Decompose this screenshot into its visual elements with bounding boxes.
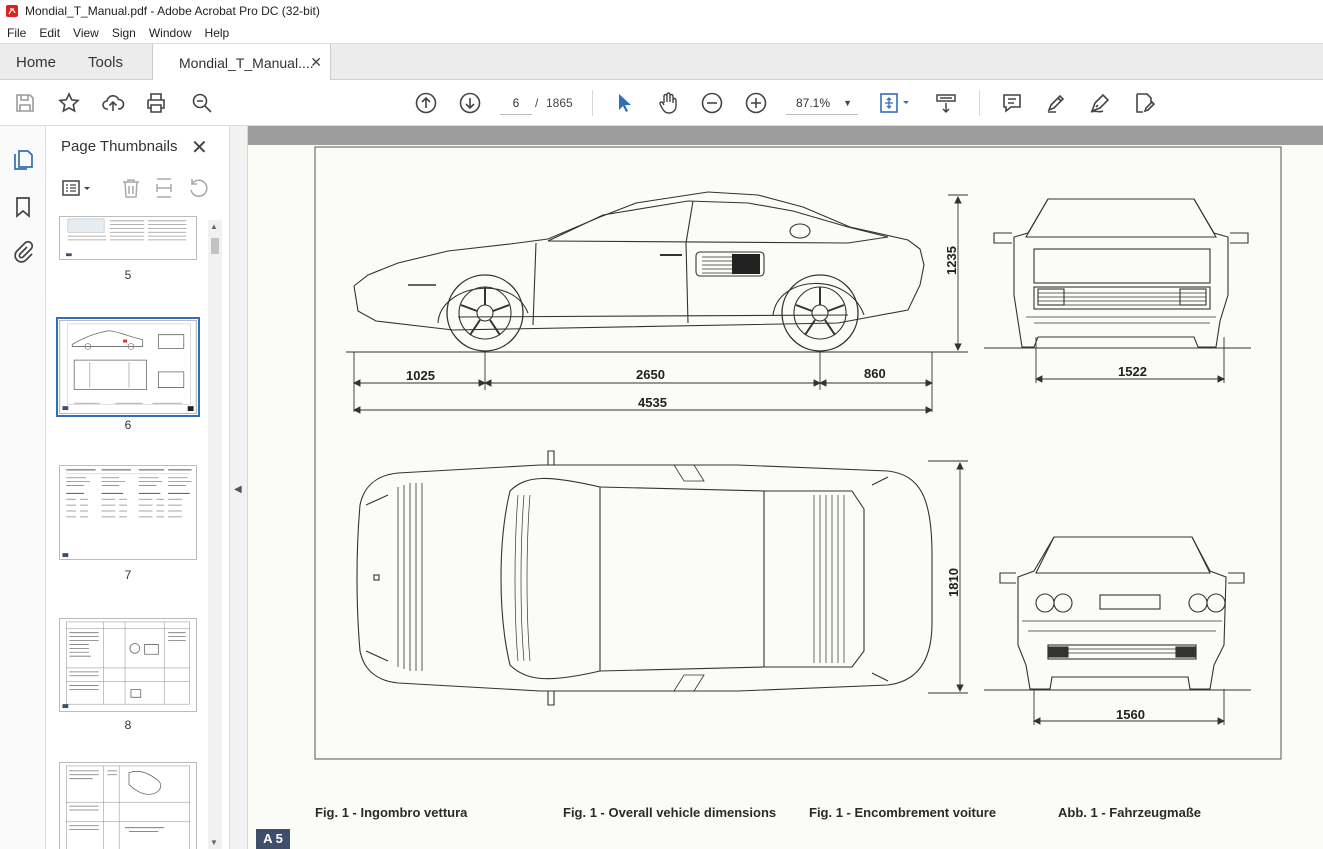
scroll-up-arrow-icon[interactable]: ▲ [210,222,218,231]
sign-pen-icon[interactable] [1088,91,1112,115]
zoom-level-select[interactable]: 87.1% ▼ [786,91,858,115]
page-thumbnail[interactable] [59,465,197,560]
star-bookmark-icon[interactable] [57,91,81,115]
comment-icon[interactable] [1000,91,1024,115]
close-tab-icon[interactable]: ✕ [310,54,322,71]
cloud-upload-icon[interactable] [101,91,125,115]
close-panel-icon[interactable]: ✕ [191,135,208,160]
scroll-mode-icon[interactable] [934,91,958,115]
next-page-icon[interactable] [458,91,482,115]
save-icon[interactable] [13,91,37,115]
thumbnail-page-number: 5 [124,268,132,282]
tab-document[interactable]: Mondial_T_Manual.... ✕ [152,44,331,81]
dim-front-overhang: 1025 [406,368,435,383]
page-separator: / [535,96,539,110]
previous-page-icon[interactable] [414,91,438,115]
dim-width: 1810 [946,568,961,597]
tab-bar: Home Tools Mondial_T_Manual.... ✕ [0,43,1323,81]
menu-view[interactable]: View [66,26,105,40]
delete-page-icon[interactable] [119,176,143,200]
search-zoom-icon[interactable] [190,91,214,115]
menu-bar: File Edit View Sign Window Help [0,22,1323,43]
page-total-count: 1865 [546,96,573,110]
rear-view-car [984,536,1251,691]
document-viewport[interactable]: 1025 2650 860 4535 1235 1522 1810 1560 F… [248,126,1323,849]
menu-help[interactable]: Help [198,26,236,40]
vehicle-dimensions-drawing: 1025 2650 860 4535 1235 1522 1810 1560 [314,146,1282,760]
scroll-down-arrow-icon[interactable]: ▼ [210,838,218,847]
bookmark-icon[interactable] [11,195,35,219]
thumbnail-panel: Page Thumbnails ✕ 5 6 7 8 [46,126,230,849]
dim-rear-overhang: 860 [864,366,886,381]
tab-home[interactable]: Home [16,44,56,80]
chevron-down-icon: ▼ [843,98,852,108]
tab-tools[interactable]: Tools [88,44,123,80]
title-bar: Mondial_T_Manual.pdf - Adobe Acrobat Pro… [0,0,1323,22]
print-icon[interactable] [144,91,168,115]
rotate-page-icon[interactable] [186,176,210,200]
menu-edit[interactable]: Edit [32,26,66,40]
thumbnail-page-number: 7 [124,568,132,582]
left-rail [0,126,46,849]
page-number-input[interactable] [500,91,532,115]
thumbnail-toolbar [56,176,216,202]
panel-title: Page Thumbnails [61,138,178,155]
dim-rear-track: 1560 [1116,707,1145,722]
page-thumbnail[interactable] [59,216,197,260]
edit-pdf-icon[interactable] [1132,91,1156,115]
thumbnail-options-icon[interactable] [60,176,96,200]
thumbnail-list: 5 6 7 8 [46,216,206,849]
toolbar-divider [592,90,593,116]
page-thumbnails-icon[interactable] [11,148,35,172]
pdf-page: 1025 2650 860 4535 1235 1522 1810 1560 F… [248,145,1323,849]
front-view-car [984,198,1251,349]
dim-front-track: 1522 [1118,364,1147,379]
page-thumbnail-selected[interactable] [56,317,200,417]
toolbar-divider [979,90,980,116]
zoom-value: 87.1% [796,95,831,110]
thumbnail-scrollbar[interactable]: ▲ ▼ [208,220,222,849]
caption-italian: Fig. 1 - Ingombro vettura [315,805,468,820]
caption-english: Fig. 1 - Overall vehicle dimensions [563,805,777,820]
thumbnail-page-number: 6 [124,418,132,432]
dim-height: 1235 [944,246,959,275]
zoom-out-icon[interactable] [700,91,724,115]
caption-french: Fig. 1 - Encombrement voiture [809,805,997,820]
side-view-car [346,191,958,353]
toolbar [0,80,1323,126]
menu-file[interactable]: File [0,26,32,40]
thumbnail-page-number: 8 [124,718,132,732]
page-thumbnail[interactable] [59,618,197,712]
page-section-label: A 5 [256,829,290,849]
chevron-left-icon[interactable]: ◀ [234,484,242,495]
hand-pan-icon[interactable] [656,91,680,115]
zoom-in-icon[interactable] [744,91,768,115]
menu-window[interactable]: Window [142,26,198,40]
tab-document-label: Mondial_T_Manual.... [179,54,314,71]
dim-wheelbase: 2650 [636,367,665,382]
top-view-car [356,450,933,706]
scrollbar-thumb[interactable] [211,238,219,254]
attachment-icon[interactable] [11,240,35,264]
acrobat-pdf-icon [6,5,18,17]
fit-page-icon[interactable] [878,91,914,115]
highlight-pen-icon[interactable] [1044,91,1068,115]
extract-page-icon[interactable] [152,176,176,200]
caption-german: Abb. 1 - Fahrzeugmaße [1058,805,1202,820]
page-thumbnail[interactable] [59,762,197,849]
dim-overall-length: 4535 [638,395,667,410]
panel-collapse-handle[interactable]: ◀ [230,126,248,849]
window-title: Mondial_T_Manual.pdf - Adobe Acrobat Pro… [25,4,320,18]
menu-sign[interactable]: Sign [105,26,142,40]
select-cursor-icon[interactable] [612,91,636,115]
